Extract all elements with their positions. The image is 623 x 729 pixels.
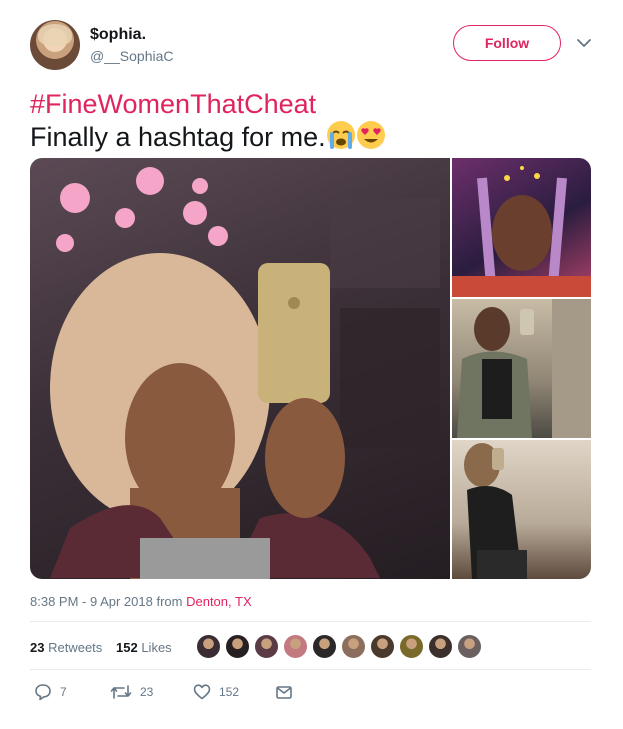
display-name[interactable]: $ophia.: [90, 26, 146, 44]
selfie-illustration: [50, 167, 440, 579]
like-count: 152: [219, 685, 240, 699]
direct-message-button[interactable]: [275, 683, 293, 701]
timestamp[interactable]: 8:38 PM - 9 Apr 2018 from: [30, 594, 182, 609]
photo-thumb-2-illustration: [457, 299, 591, 438]
likes-label: Likes: [141, 640, 172, 655]
heart-icon: [193, 684, 211, 700]
like-button[interactable]: 152: [193, 683, 239, 701]
likes-stat[interactable]: 152 Likes: [116, 640, 172, 655]
liker-avatar[interactable]: [312, 634, 337, 659]
reply-icon: [35, 684, 51, 701]
liker-avatar[interactable]: [225, 634, 250, 659]
photo-thumb-1-illustration: [452, 166, 591, 298]
chevron-down-icon[interactable]: [575, 34, 593, 52]
crying-face-emoji: [326, 121, 355, 149]
tweet-meta: 8:38 PM - 9 Apr 2018 from Denton, TX: [30, 594, 252, 609]
media-grid: [30, 158, 591, 579]
liker-avatar[interactable]: [254, 634, 279, 659]
retweet-count: 23: [140, 685, 154, 699]
divider: [30, 669, 591, 670]
liker-avatar[interactable]: [196, 634, 221, 659]
photo-thumb-2[interactable]: [452, 299, 591, 438]
reply-button[interactable]: 7: [34, 683, 67, 701]
user-handle[interactable]: @__SophiaC: [90, 48, 174, 64]
liker-avatar[interactable]: [399, 634, 424, 659]
photo-thumb-3[interactable]: [452, 440, 591, 579]
follow-button[interactable]: Follow: [453, 25, 561, 61]
hashtag-link[interactable]: #FineWomenThatCheat: [30, 88, 593, 120]
liker-avatar[interactable]: [428, 634, 453, 659]
tweet-stats: 23 Retweets 152 Likes: [30, 630, 591, 664]
location-link[interactable]: Denton, TX: [186, 594, 252, 609]
tweet-body: Finally a hashtag for me.: [30, 122, 326, 152]
retweet-icon: [110, 685, 132, 699]
retweets-stat[interactable]: 23 Retweets: [30, 640, 102, 655]
reply-count: 7: [60, 685, 67, 699]
divider: [30, 621, 591, 622]
photo-thumb-3-illustration: [464, 443, 527, 579]
tweet-header: $ophia. @__SophiaC Follow: [30, 20, 593, 72]
envelope-icon: [276, 686, 292, 699]
heart-eyes-emoji: [356, 121, 385, 149]
liker-avatar[interactable]: [370, 634, 395, 659]
tweet-text: #FineWomenThatCheat Finally a hashtag fo…: [30, 88, 593, 153]
retweets-label: Retweets: [48, 640, 103, 655]
photo-main[interactable]: [30, 158, 450, 579]
liker-avatar[interactable]: [341, 634, 366, 659]
avatar[interactable]: [30, 20, 80, 70]
liker-avatar[interactable]: [457, 634, 482, 659]
photo-thumb-1[interactable]: [452, 158, 591, 298]
likes-count: 152: [116, 640, 138, 655]
liker-avatar[interactable]: [283, 634, 308, 659]
retweets-count: 23: [30, 640, 45, 655]
tweet-actions: 7 23 152: [30, 681, 591, 705]
retweet-button[interactable]: 23: [110, 683, 153, 701]
